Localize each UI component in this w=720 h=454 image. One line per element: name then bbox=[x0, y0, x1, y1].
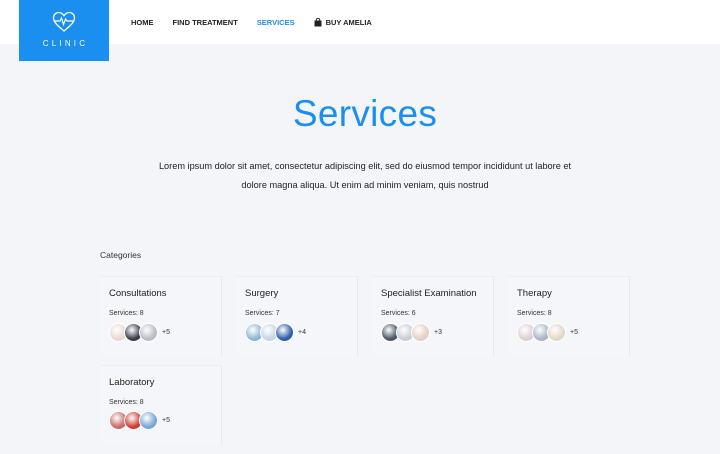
category-service-count: Services: 8 bbox=[517, 310, 552, 317]
more-employees-count: +4 bbox=[298, 329, 306, 336]
page-title: Services bbox=[292, 93, 438, 134]
category-service-count: Services: 8 bbox=[109, 399, 144, 406]
category-card-therapy[interactable]: Therapy Services: 8 +5 bbox=[508, 276, 630, 356]
employee-avatars: +5 bbox=[109, 411, 170, 430]
nav-find-treatment[interactable]: FIND TREATMENT bbox=[173, 18, 238, 27]
category-card-consultations[interactable]: Consultations Services: 8 +5 bbox=[100, 276, 222, 356]
nav-services[interactable]: SERVICES bbox=[257, 18, 295, 27]
avatar bbox=[411, 323, 430, 342]
category-card-specialist-examination[interactable]: Specialist Examination Services: 6 +3 bbox=[372, 276, 494, 356]
more-employees-count: +5 bbox=[162, 417, 170, 424]
category-title: Specialist Examination bbox=[381, 288, 477, 299]
category-title: Laboratory bbox=[109, 377, 155, 388]
employee-avatars: +5 bbox=[109, 323, 170, 342]
category-title: Consultations bbox=[109, 288, 167, 299]
logo-text: CLINIC bbox=[42, 39, 89, 48]
nav-buy-amelia[interactable]: BUY AMELIA bbox=[314, 17, 372, 27]
employee-avatars: +3 bbox=[381, 323, 442, 342]
category-title: Therapy bbox=[517, 288, 552, 299]
more-employees-count: +3 bbox=[434, 329, 442, 336]
employee-avatars: +4 bbox=[245, 323, 306, 342]
page-intro-text: Lorem ipsum dolor sit amet, consectetur … bbox=[158, 161, 572, 190]
main-nav: HOME FIND TREATMENT SERVICES BUY AMELIA bbox=[131, 16, 391, 28]
category-card-surgery[interactable]: Surgery Services: 7 +4 bbox=[236, 276, 358, 356]
category-card-laboratory[interactable]: Laboratory Services: 8 +5 bbox=[100, 365, 222, 445]
avatar bbox=[139, 411, 158, 430]
nav-buy-amelia-label: BUY AMELIA bbox=[325, 17, 372, 27]
category-service-count: Services: 7 bbox=[245, 310, 280, 317]
avatar bbox=[275, 323, 294, 342]
categories-heading: Categories bbox=[100, 250, 142, 260]
category-service-count: Services: 6 bbox=[381, 310, 416, 317]
heart-pulse-icon bbox=[52, 11, 76, 32]
avatar bbox=[547, 323, 566, 342]
category-title: Surgery bbox=[245, 288, 279, 299]
nav-home[interactable]: HOME bbox=[131, 18, 154, 27]
clinic-logo[interactable]: CLINIC bbox=[19, 0, 109, 61]
avatar bbox=[139, 323, 158, 342]
shopping-bag-icon bbox=[314, 17, 322, 26]
more-employees-count: +5 bbox=[570, 329, 578, 336]
more-employees-count: +5 bbox=[162, 329, 170, 336]
employee-avatars: +5 bbox=[517, 323, 578, 342]
category-service-count: Services: 8 bbox=[109, 310, 144, 317]
